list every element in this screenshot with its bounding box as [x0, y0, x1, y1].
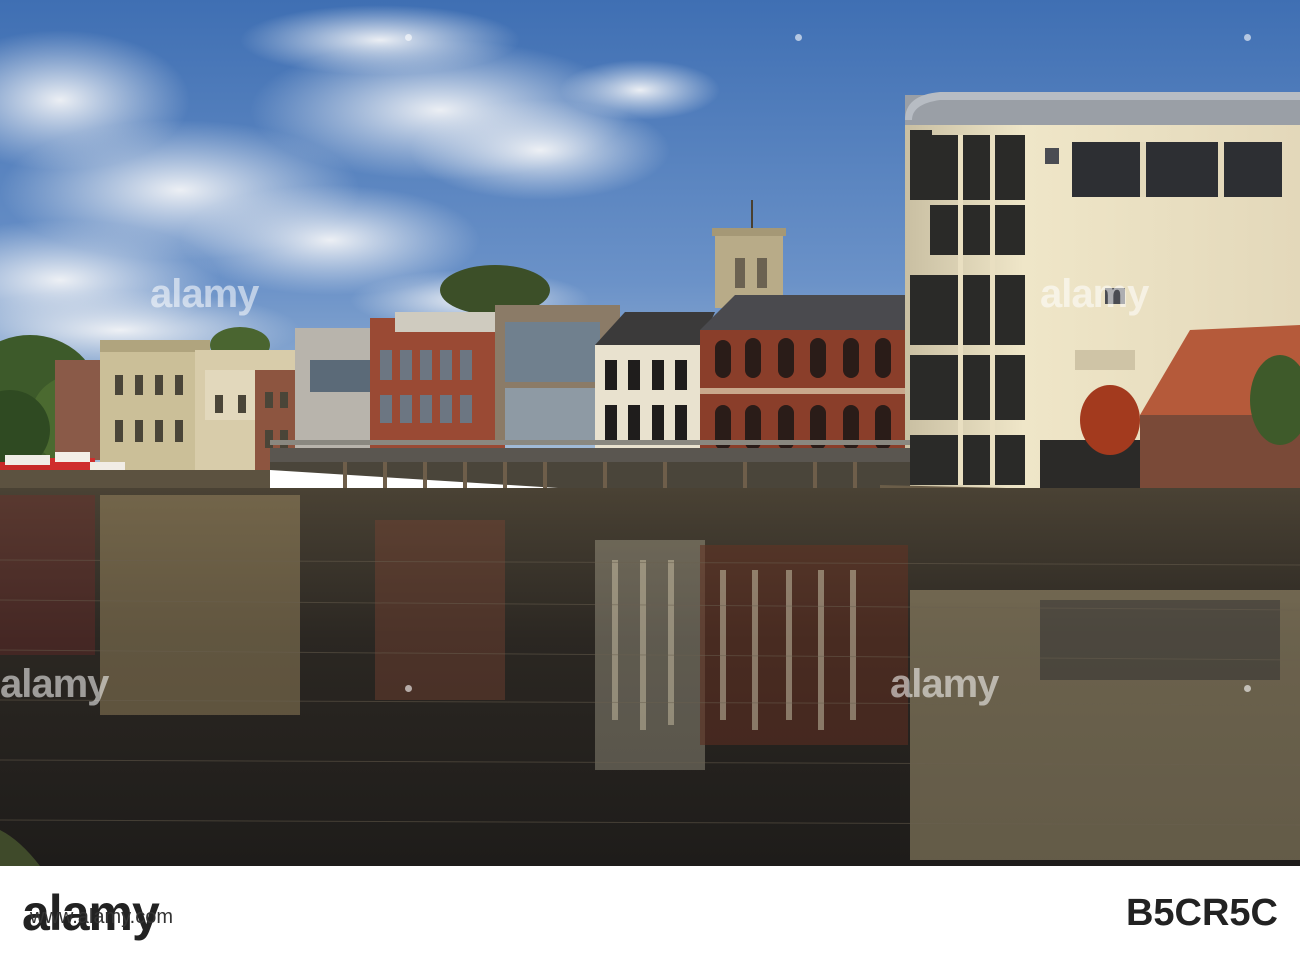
watermark-dot [405, 34, 412, 41]
watermark-bottom-center: alamy [890, 662, 999, 706]
brick-building [700, 295, 908, 460]
riverside-scene [0, 0, 1300, 866]
watermark-bottom-left: alamy [0, 662, 109, 706]
footer-strip: alamy www.alamy.com B5CR5C [0, 866, 1300, 956]
watermark-top-right: alamy [1040, 272, 1149, 316]
watermark-dot [405, 685, 412, 692]
watermark-top-left: alamy [150, 272, 259, 316]
photo: alamy alamy alamy alamy [0, 0, 1300, 866]
watermark-dot [1244, 34, 1251, 41]
building-dark-roof [595, 312, 715, 450]
site-url: www.alamy.com [30, 906, 173, 928]
watermark-dot [795, 34, 802, 41]
watermark-dot [1244, 685, 1251, 692]
image-id: B5CR5C [1125, 892, 1278, 934]
